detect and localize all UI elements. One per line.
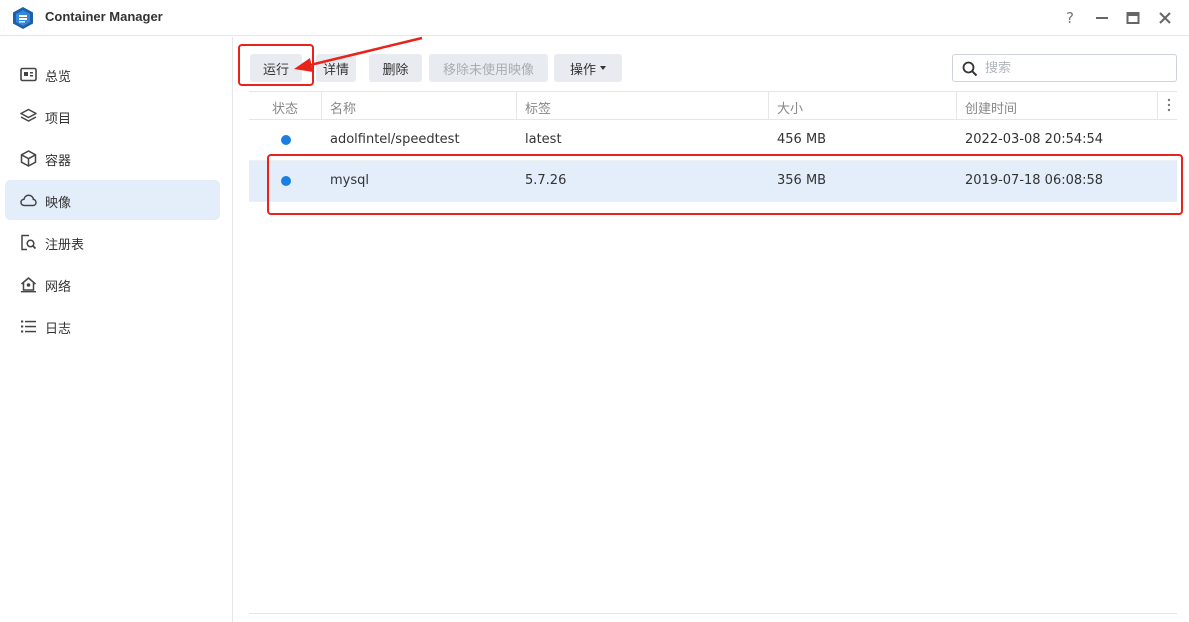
column-divider[interactable] bbox=[321, 92, 322, 120]
column-divider[interactable] bbox=[768, 92, 769, 120]
sidebar-item-overview[interactable]: 总览 bbox=[5, 54, 220, 94]
image-tag: 5.7.26 bbox=[525, 173, 567, 188]
image-created: 2022-03-08 20:54:54 bbox=[965, 132, 1104, 147]
remove-unused-images-button[interactable]: 移除未使用映像 bbox=[429, 54, 548, 82]
table-row[interactable]: adolfintel/speedtest latest 456 MB 2022-… bbox=[249, 120, 1177, 161]
sidebar-item-logs[interactable]: 日志 bbox=[5, 306, 220, 346]
column-options-icon[interactable] bbox=[1164, 98, 1174, 112]
help-button[interactable]: ? bbox=[1060, 8, 1080, 28]
container-manager-logo-icon bbox=[13, 7, 33, 29]
search-box[interactable] bbox=[952, 54, 1177, 82]
sidebar-item-label: 日志 bbox=[45, 322, 72, 337]
column-divider[interactable] bbox=[1157, 92, 1158, 120]
registry-search-icon bbox=[21, 234, 37, 251]
actions-dropdown-button[interactable]: 操作 bbox=[554, 54, 622, 82]
column-divider[interactable] bbox=[516, 92, 517, 120]
delete-button[interactable]: 删除 bbox=[369, 54, 422, 82]
table-footer-divider bbox=[249, 613, 1177, 614]
close-button[interactable] bbox=[1155, 8, 1175, 28]
cloud-icon bbox=[20, 194, 37, 207]
table-row[interactable]: mysql 5.7.26 356 MB 2019-07-18 06:08:58 bbox=[249, 161, 1177, 202]
network-home-icon bbox=[21, 277, 36, 293]
image-size: 456 MB bbox=[777, 132, 827, 147]
image-name: mysql bbox=[330, 173, 369, 188]
sidebar-item-label: 注册表 bbox=[45, 238, 85, 253]
sidebar-item-label: 容器 bbox=[45, 154, 72, 169]
status-dot-icon bbox=[281, 176, 291, 186]
overview-icon bbox=[20, 67, 37, 82]
search-icon bbox=[962, 61, 978, 77]
column-header-created[interactable]: 创建时间 bbox=[965, 98, 1017, 117]
sidebar-item-label: 网络 bbox=[45, 280, 72, 295]
maximize-icon bbox=[1126, 12, 1140, 24]
minimize-button[interactable] bbox=[1092, 8, 1112, 28]
run-button[interactable]: 运行 bbox=[250, 54, 302, 82]
sidebar-item-projects[interactable]: 项目 bbox=[5, 96, 220, 136]
close-icon bbox=[1159, 12, 1171, 24]
details-button[interactable]: 详情 bbox=[316, 54, 356, 82]
sidebar-item-label: 项目 bbox=[45, 112, 72, 127]
actions-dropdown-label: 操作 bbox=[569, 62, 596, 78]
app-title: Container Manager bbox=[45, 9, 163, 24]
image-size: 356 MB bbox=[777, 173, 827, 188]
maximize-button[interactable] bbox=[1123, 8, 1143, 28]
title-bar: Container Manager ? bbox=[0, 0, 1189, 36]
help-icon: ? bbox=[1066, 9, 1074, 27]
cube-icon bbox=[20, 150, 37, 167]
sidebar-item-containers[interactable]: 容器 bbox=[5, 138, 220, 178]
image-tag: latest bbox=[525, 132, 562, 147]
column-header-size[interactable]: 大小 bbox=[777, 98, 803, 117]
layers-icon bbox=[20, 108, 37, 122]
minimize-icon bbox=[1096, 17, 1108, 19]
sidebar: 总览 项目 容器 映像 注册表 网络 日志 bbox=[0, 37, 233, 622]
sidebar-item-images[interactable]: 映像 bbox=[5, 180, 220, 220]
status-dot-icon bbox=[281, 135, 291, 145]
column-header-tag[interactable]: 标签 bbox=[525, 98, 551, 117]
column-header-name[interactable]: 名称 bbox=[330, 98, 356, 117]
table-header: 状态 名称 标签 大小 创建时间 bbox=[249, 91, 1177, 120]
image-created: 2019-07-18 06:08:58 bbox=[965, 173, 1104, 188]
sidebar-item-label: 总览 bbox=[45, 70, 72, 85]
column-divider[interactable] bbox=[956, 92, 957, 120]
image-name: adolfintel/speedtest bbox=[330, 132, 460, 147]
sidebar-item-registry[interactable]: 注册表 bbox=[5, 222, 220, 262]
column-header-status[interactable]: 状态 bbox=[272, 98, 298, 117]
sidebar-item-network[interactable]: 网络 bbox=[5, 264, 220, 304]
list-icon bbox=[21, 320, 36, 333]
caret-down-icon bbox=[600, 66, 606, 70]
sidebar-item-label: 映像 bbox=[45, 196, 72, 211]
search-input[interactable] bbox=[985, 58, 1170, 78]
